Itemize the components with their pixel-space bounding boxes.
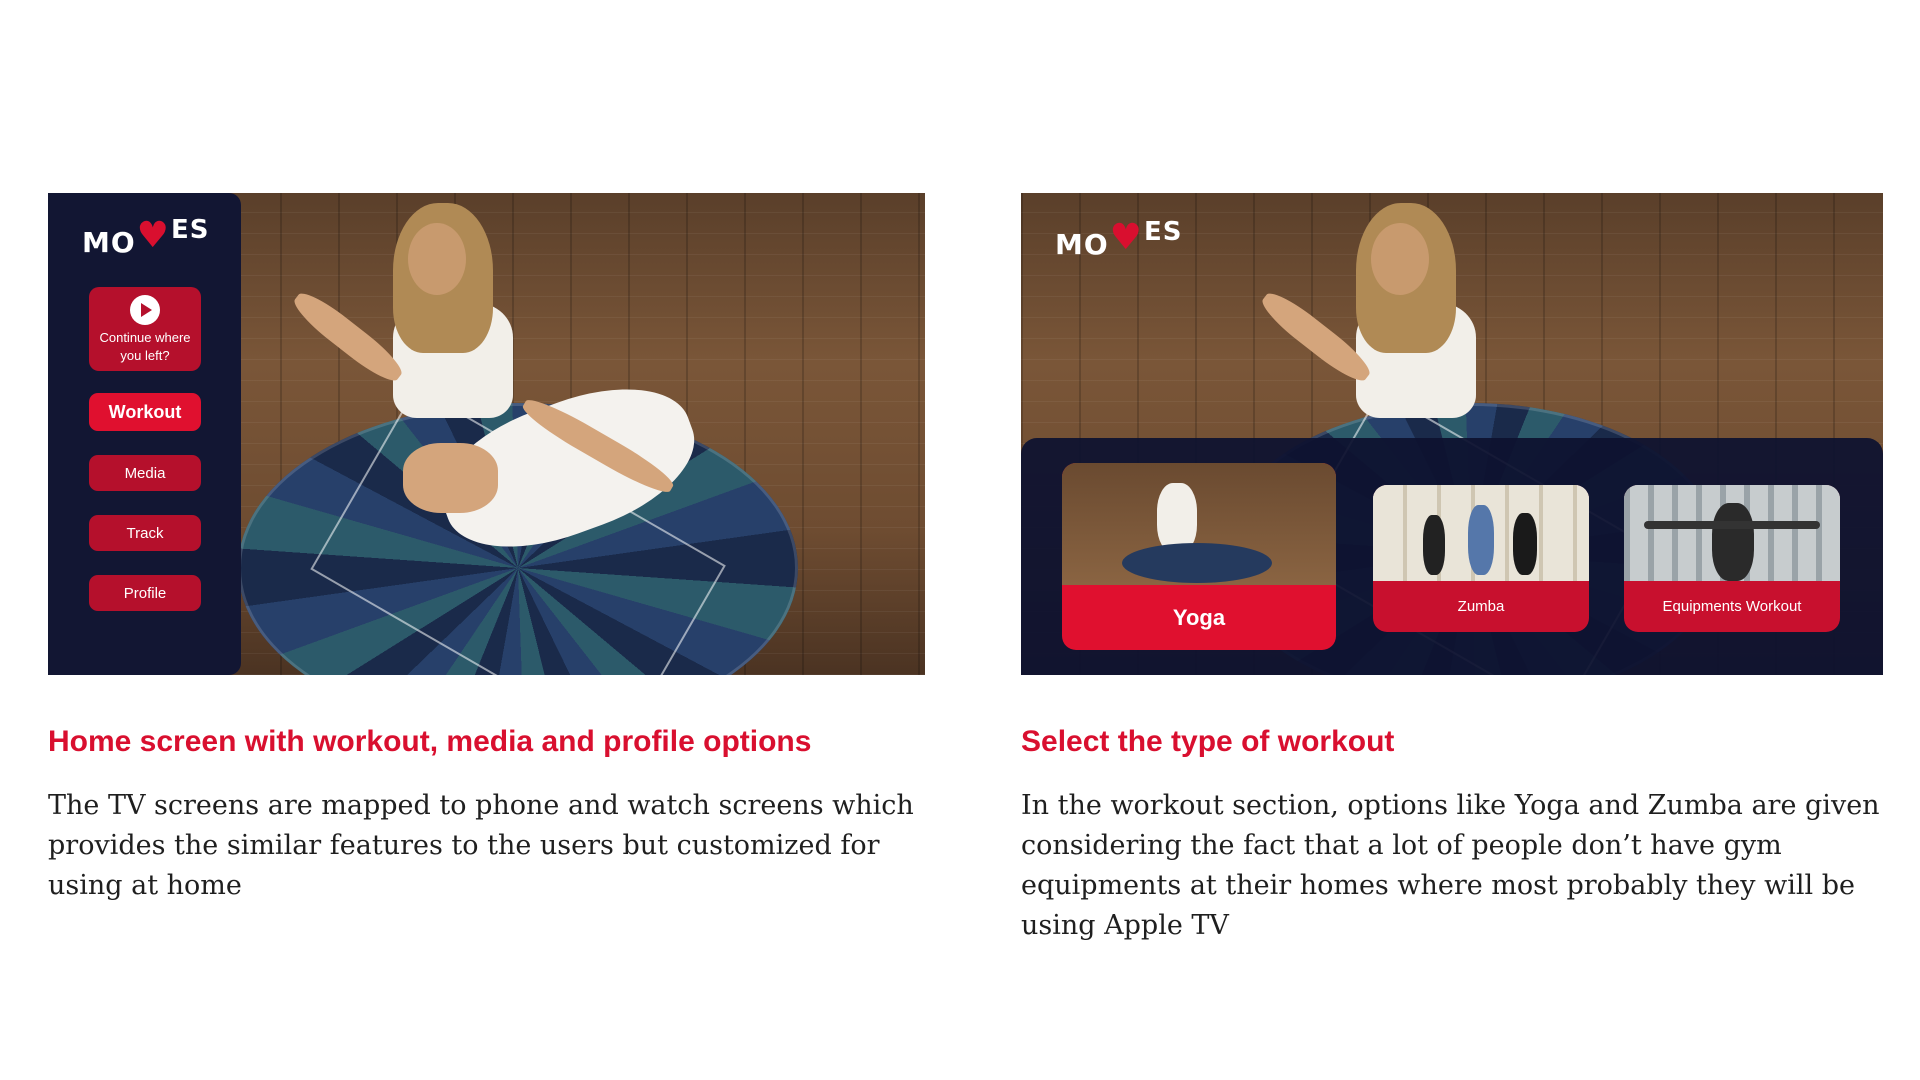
workout-caption-body: In the workout section, options like Yog… [1021,790,1880,941]
nav-track-button[interactable]: Track [89,515,201,551]
nav-media-button[interactable]: Media [89,455,201,491]
workout-select-mockup: MO ♥ ES Yoga Zumba Equipments Workout [1021,193,1883,675]
workout-type-panel: Yoga Zumba Equipments Workout [1021,438,1883,675]
workout-card-label: Zumba [1457,598,1505,615]
equipments-thumbnail [1624,485,1840,581]
workout-card-equipments[interactable]: Equipments Workout [1624,485,1840,632]
sidebar: MO ♥ ES Continue where you left? Workout… [48,193,241,675]
zumba-thumbnail [1373,485,1589,581]
moves-logo: MO ♥ ES [82,215,210,259]
moves-logo: MO ♥ ES [1055,217,1183,261]
workout-card-label: Equipments Workout [1662,598,1802,615]
workout-card-yoga[interactable]: Yoga [1062,463,1336,650]
home-screen-mockup: MO ♥ ES Continue where you left? Workout… [48,193,925,675]
workout-card-zumba[interactable]: Zumba [1373,485,1589,632]
heart-icon: ♥ [1109,217,1143,258]
nav-profile-button[interactable]: Profile [89,575,201,611]
play-icon [130,295,160,325]
home-screen-caption-body: The TV screens are mapped to phone and w… [48,790,914,901]
home-screen-caption-title: Home screen with workout, media and prof… [48,725,812,758]
heart-icon: ♥ [136,215,170,256]
nav-workout-button[interactable]: Workout [89,393,201,431]
yoga-thumbnail [1062,463,1336,585]
workout-card-label: Yoga [1172,604,1226,630]
continue-watching-label: Continue where you left? [99,330,191,363]
continue-watching-button[interactable]: Continue where you left? [89,287,201,371]
workout-caption-title: Select the type of workout [1021,725,1395,758]
